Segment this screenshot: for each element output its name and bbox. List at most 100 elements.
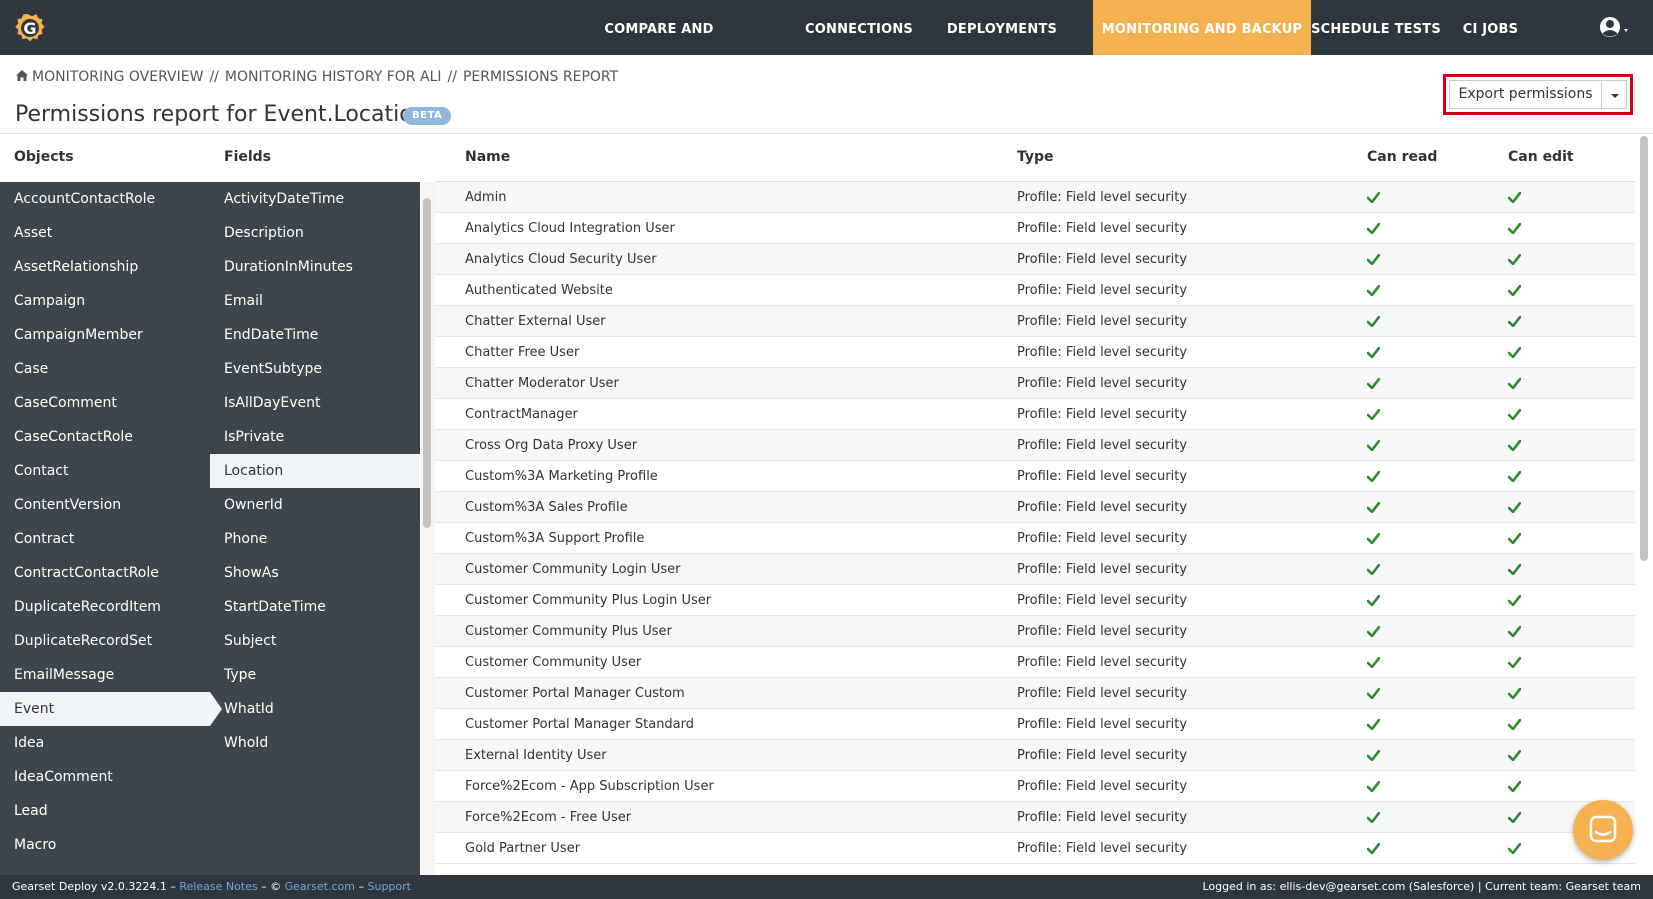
table-row: Chatter Moderator User Profile: Field lev…	[435, 368, 1635, 399]
field-item[interactable]: ActivityDateTime	[210, 182, 420, 216]
chat-icon	[1589, 815, 1617, 843]
can-read-check-icon	[1366, 315, 1381, 328]
side-scrollbar[interactable]	[423, 198, 431, 528]
table-row: Customer Community Login User Profile: Fi…	[435, 554, 1635, 585]
object-item[interactable]: Contact	[0, 454, 210, 488]
field-item[interactable]: DurationInMinutes	[210, 250, 420, 284]
home-icon[interactable]	[15, 69, 29, 82]
table-row: Custom%3A Sales Profile Profile: Field le…	[435, 492, 1635, 523]
can-edit-check-icon	[1507, 842, 1522, 855]
object-item[interactable]: AssetRelationship	[0, 250, 210, 284]
permission-name: Customer Community Plus User	[465, 624, 672, 639]
nav-tab-connections[interactable]: CONNECTIONS	[794, 0, 924, 55]
gearset-site-link[interactable]: Gearset.com	[285, 880, 355, 893]
can-read-check-icon	[1366, 377, 1381, 390]
object-item[interactable]: IdeaComment	[0, 760, 210, 794]
object-item[interactable]: Macro	[0, 828, 210, 862]
field-item[interactable]: EventSubtype	[210, 352, 420, 386]
can-read-check-icon	[1366, 439, 1381, 452]
permission-name: Customer Community Login User	[465, 562, 681, 577]
can-read-check-icon	[1366, 687, 1381, 700]
name-column-header[interactable]: Name	[465, 149, 510, 165]
permission-name: Chatter Moderator User	[465, 376, 619, 391]
export-options-dropdown[interactable]	[1601, 80, 1627, 109]
field-item[interactable]: OwnerId	[210, 488, 420, 522]
can-edit-check-icon	[1507, 346, 1522, 359]
user-circle-icon[interactable]	[1597, 15, 1637, 41]
field-item[interactable]: Description	[210, 216, 420, 250]
breadcrumb-separator: //	[209, 69, 219, 85]
table-row: Customer Community Plus User Profile: Fie…	[435, 616, 1635, 647]
permission-type: Profile: Field level security	[1017, 438, 1188, 453]
export-permissions-button[interactable]: Export permissions	[1449, 80, 1601, 109]
support-link[interactable]: Support	[367, 880, 410, 893]
table-row: Force%2Ecom - App Subscription User Profi…	[435, 771, 1635, 802]
nav-tab-compare-and-deploy[interactable]: COMPARE AND DEPLOY	[583, 0, 735, 97]
can-edit-check-icon	[1507, 408, 1522, 421]
permissions-table: Admin Profile: Field level security Analyt…	[435, 182, 1635, 875]
table-row: Customer Community User Profile: Field le…	[435, 647, 1635, 678]
can-read-check-icon	[1366, 532, 1381, 545]
can-edit-check-icon	[1507, 718, 1522, 731]
object-item[interactable]: Idea	[0, 726, 210, 760]
object-item[interactable]: CaseComment	[0, 386, 210, 420]
object-item[interactable]: Asset	[0, 216, 210, 250]
type-column-header[interactable]: Type	[1017, 149, 1054, 165]
permission-name: Customer Portal Manager Custom	[465, 686, 685, 701]
can-read-check-icon	[1366, 470, 1381, 483]
permission-name: Admin	[465, 190, 507, 205]
chat-launcher-button[interactable]	[1573, 800, 1633, 860]
object-item[interactable]: AccountContactRole	[0, 182, 210, 216]
breadcrumb-monitoring-history[interactable]: MONITORING HISTORY FOR ALI	[225, 69, 442, 85]
object-item[interactable]: DuplicateRecordItem	[0, 590, 210, 624]
can-edit-check-icon	[1507, 656, 1522, 669]
object-item[interactable]: Case	[0, 352, 210, 386]
field-item[interactable]: Phone	[210, 522, 420, 556]
can-read-check-icon	[1366, 718, 1381, 731]
chevron-down-icon	[1611, 94, 1619, 98]
permission-name: External Identity User	[465, 748, 607, 763]
object-item[interactable]: DuplicateRecordSet	[0, 624, 210, 658]
object-item[interactable]: CaseContactRole	[0, 420, 210, 454]
can-read-column-header[interactable]: Can read	[1367, 149, 1437, 165]
can-edit-check-icon	[1507, 532, 1522, 545]
nav-tab-monitoring-and-backup[interactable]: MONITORING AND BACKUP	[1093, 0, 1311, 55]
object-item[interactable]: Campaign	[0, 284, 210, 318]
nav-tab-deployments[interactable]: DEPLOYMENTS	[937, 0, 1067, 55]
field-item[interactable]: EndDateTime	[210, 318, 420, 352]
field-item[interactable]: Location	[210, 454, 420, 488]
objects-list: AccountContactRole Asset AssetRelationship…	[0, 182, 222, 862]
object-item[interactable]: ContractContactRole	[0, 556, 210, 590]
field-item[interactable]: IsPrivate	[210, 420, 420, 454]
breadcrumb-monitoring-overview[interactable]: MONITORING OVERVIEW	[32, 69, 203, 85]
object-item[interactable]: ContentVersion	[0, 488, 210, 522]
field-item[interactable]: IsAllDayEvent	[210, 386, 420, 420]
nav-tab-ci-jobs[interactable]: CI JOBS	[1448, 0, 1533, 55]
can-edit-column-header[interactable]: Can edit	[1508, 149, 1574, 165]
table-row: Gold Partner User Profile: Field level se…	[435, 833, 1635, 864]
permission-name: Cross Org Data Proxy User	[465, 438, 638, 453]
object-item[interactable]: EmailMessage	[0, 658, 210, 692]
field-item[interactable]: ShowAs	[210, 556, 420, 590]
field-item[interactable]: StartDateTime	[210, 590, 420, 624]
field-item[interactable]: WhatId	[210, 692, 420, 726]
object-item[interactable]: Contract	[0, 522, 210, 556]
logged-in-info: Logged in as: ellis-dev@gearset.com (Sal…	[1202, 880, 1642, 893]
can-edit-check-icon	[1507, 253, 1522, 266]
field-item[interactable]: Subject	[210, 624, 420, 658]
table-row: Analytics Cloud Security User Profile: Fi…	[435, 244, 1635, 275]
table-row: Chatter External User Profile: Field leve…	[435, 306, 1635, 337]
object-item[interactable]: CampaignMember	[0, 318, 210, 352]
table-row: Admin Profile: Field level security	[435, 182, 1635, 213]
nav-tab-schedule-tests[interactable]: SCHEDULE TESTS	[1311, 0, 1441, 55]
field-item[interactable]: Email	[210, 284, 420, 318]
object-item[interactable]: Lead	[0, 794, 210, 828]
permission-type: Profile: Field level security	[1017, 345, 1188, 360]
permission-type: Profile: Field level security	[1017, 221, 1188, 236]
release-notes-link[interactable]: Release Notes	[179, 880, 257, 893]
permission-name: Analytics Cloud Integration User	[465, 221, 675, 236]
field-item[interactable]: WhoId	[210, 726, 420, 760]
object-item[interactable]: Event	[0, 692, 222, 726]
field-item[interactable]: Type	[210, 658, 420, 692]
main-scrollbar[interactable]	[1640, 136, 1648, 561]
